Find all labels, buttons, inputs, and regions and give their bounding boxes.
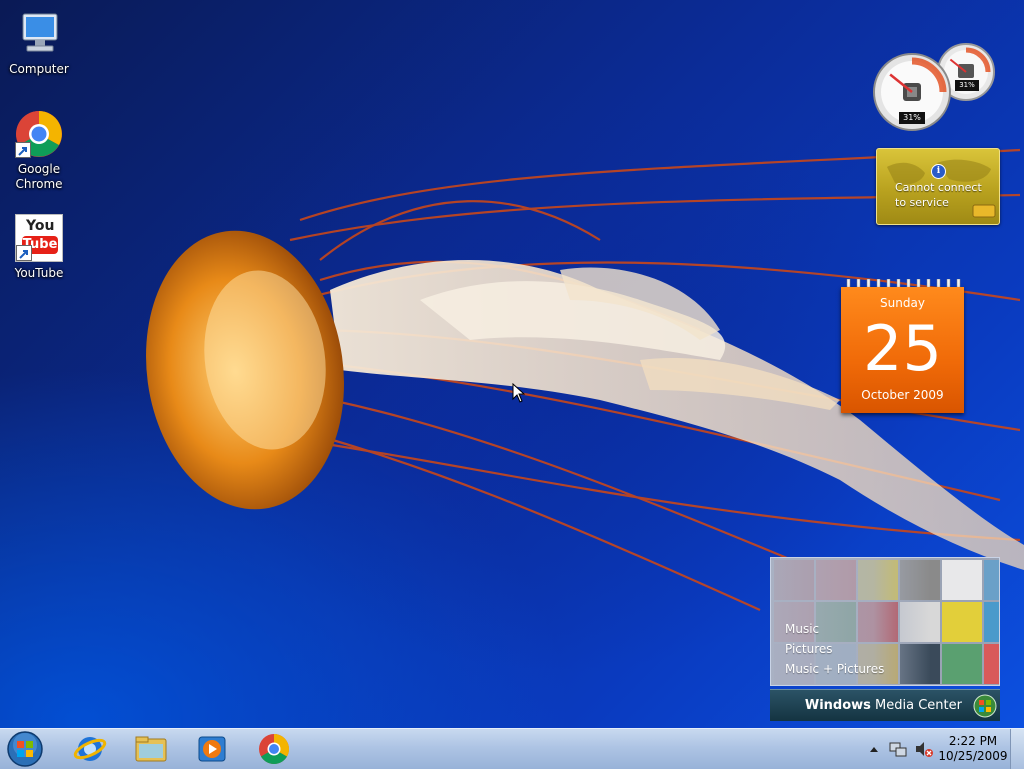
google-chrome-label: Google Chrome xyxy=(15,162,63,191)
internet-explorer-icon xyxy=(73,737,107,761)
chrome-icon xyxy=(15,110,63,158)
taskbar-internet-explorer[interactable] xyxy=(63,731,117,767)
system-tray xyxy=(862,729,938,769)
calendar-day-number: 25 xyxy=(863,312,942,385)
cpu-meter-gadget[interactable]: 31% 31% xyxy=(872,40,996,132)
taskbar-windows-media-player[interactable] xyxy=(185,731,239,767)
shortcut-arrow-icon xyxy=(16,245,32,261)
media-center-bar[interactable]: Windows Media Center xyxy=(770,689,1000,721)
taskbar-windows-explorer[interactable] xyxy=(124,731,178,767)
memory-usage-readout: 31% xyxy=(955,80,979,91)
weather-gadget[interactable]: i Cannot connect to service xyxy=(876,148,1000,225)
taskbar: 2:22 PM 10/25/2009 xyxy=(0,728,1024,769)
tray-icons xyxy=(870,742,933,757)
calendar-month-year: October 2009 xyxy=(861,388,944,402)
calendar-gadget[interactable]: Sunday 25 October 2009 xyxy=(841,279,964,413)
youtube-logo-top: You xyxy=(26,218,55,234)
network-icon[interactable] xyxy=(889,742,907,757)
info-icon: i xyxy=(931,164,946,179)
brand-media-center: Media Center xyxy=(870,698,962,713)
media-player-icon xyxy=(198,736,226,762)
folder-icon xyxy=(135,736,167,762)
weather-error-message: Cannot connect to service xyxy=(895,181,982,209)
chrome-icon xyxy=(259,734,290,765)
google-chrome-desktop-icon[interactable]: Google Chrome xyxy=(1,110,77,192)
calendar-page: Sunday 25 October 2009 xyxy=(841,287,964,413)
volume-muted-icon[interactable] xyxy=(916,742,933,757)
youtube-label: YouTube xyxy=(14,266,64,280)
computer-icon xyxy=(15,10,63,58)
computer-label: Computer xyxy=(9,62,69,76)
windows-orb-icon xyxy=(973,694,997,718)
media-center-brand: Windows Media Center xyxy=(805,690,962,721)
taskbar-google-chrome[interactable] xyxy=(247,731,301,767)
cpu-usage-readout: 31% xyxy=(899,112,925,124)
media-menu-music[interactable]: Music xyxy=(785,619,884,639)
taskbar-clock[interactable]: 2:22 PM 10/25/2009 xyxy=(938,734,1008,764)
brand-windows: Windows xyxy=(804,698,871,713)
youtube-icon: You Tube xyxy=(15,214,63,262)
media-center-menu: Music Pictures Music + Pictures xyxy=(785,619,884,679)
show-desktop-button[interactable] xyxy=(1010,729,1024,769)
media-center-gadget[interactable]: Music Pictures Music + Pictures Windows … xyxy=(770,557,1000,721)
shortcut-arrow-icon xyxy=(15,142,31,158)
calendar-weekday: Sunday xyxy=(880,296,925,310)
desktop[interactable]: Computer Google Chrome You Tube YouTube … xyxy=(0,0,1024,728)
show-hidden-icons-arrow[interactable] xyxy=(870,747,878,752)
mouse-cursor-icon xyxy=(512,383,526,403)
youtube-desktop-icon[interactable]: You Tube YouTube xyxy=(1,214,77,281)
clock-time: 2:22 PM xyxy=(948,734,998,748)
start-button[interactable] xyxy=(6,730,44,768)
media-menu-music-pictures[interactable]: Music + Pictures xyxy=(785,659,884,679)
computer-desktop-icon[interactable]: Computer xyxy=(1,10,77,77)
media-menu-pictures[interactable]: Pictures xyxy=(785,639,884,659)
windows-start-orb-icon xyxy=(7,731,43,767)
clock-date: 10/25/2009 xyxy=(938,749,1008,763)
